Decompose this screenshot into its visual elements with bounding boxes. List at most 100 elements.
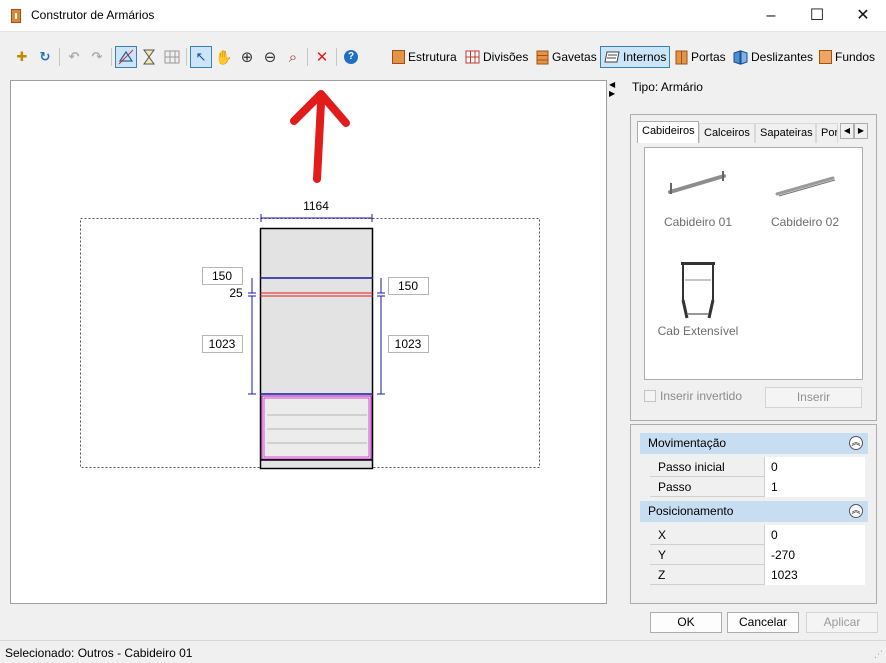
right-dim-top-label[interactable]: 150 [398, 279, 418, 293]
prop-key: Y [658, 548, 667, 562]
prop-value-field[interactable]: 1023 [764, 565, 865, 585]
fundos-label: Fundos [835, 50, 876, 64]
gavetas-button[interactable]: Gavetas [533, 46, 600, 68]
deslizantes-label: Deslizantes [751, 50, 814, 64]
select-pointer-icon[interactable]: ↖ [190, 46, 212, 68]
ok-button[interactable]: OK [650, 612, 722, 633]
cancel-button[interactable]: Cancelar [727, 612, 799, 633]
title-bar: Construtor de Armários – ☐ ✕ [0, 0, 886, 32]
help-icon[interactable]: ? [340, 46, 362, 68]
insert-button[interactable]: Inserir [765, 387, 862, 408]
catalog-item-cab-extensivel[interactable]: Cab Extensível [648, 260, 748, 338]
drawer-block[interactable] [261, 395, 372, 460]
sliding-doors-icon [733, 49, 748, 65]
status-text: Selecionado: Outros - Cabideiro 01 [5, 646, 193, 660]
prop-value-field[interactable]: 1 [764, 477, 865, 497]
prop-key: X [658, 528, 667, 542]
toolbar-separator [186, 48, 187, 66]
catalog-item-cabideiro-02[interactable]: Cabideiro 02 [755, 168, 855, 229]
toolbar-separator [336, 48, 337, 66]
new-icon[interactable]: ✚ [11, 46, 33, 68]
pan-hand-icon[interactable]: ✋ [213, 46, 235, 68]
toolbar: ✚ ↻ ↶ ↷ ↖ ✋ ⊕ ⊖ ⌕ ✕ ? Estrutura Divisões… [0, 40, 886, 74]
tab-portas-truncated[interactable]: Por [816, 123, 838, 143]
prop-row: Passo 1 [650, 477, 865, 497]
collapse-chevron-icon[interactable]: ︽ [849, 436, 863, 450]
fundos-button[interactable]: Fundos [816, 46, 878, 68]
tab-scroll-right-icon[interactable]: ▶ [854, 123, 868, 139]
estrutura-button[interactable]: Estrutura [389, 46, 460, 68]
internos-button[interactable]: Internos [600, 46, 671, 68]
close-button[interactable]: ✕ [840, 0, 886, 31]
tab-calceiros[interactable]: Calceiros [699, 123, 755, 143]
drawers-icon [536, 50, 549, 64]
hanger-rod-icon [668, 171, 726, 194]
prop-key: Z [658, 568, 666, 582]
grid-icon[interactable] [161, 46, 183, 68]
group-movimentacao-header[interactable]: Movimentação ︽ [640, 433, 868, 454]
hourglass-icon[interactable] [138, 46, 160, 68]
refresh-icon[interactable]: ↻ [34, 46, 56, 68]
tab-scroll-left-icon[interactable]: ◀ [840, 123, 854, 139]
maximize-button[interactable]: ☐ [794, 0, 840, 31]
prop-value-field[interactable]: 0 [764, 457, 865, 477]
redo-icon[interactable]: ↷ [86, 46, 108, 68]
group-title: Posicionamento [648, 504, 734, 518]
portas-label: Portas [691, 50, 726, 64]
toolbar-separator [307, 48, 308, 66]
undo-icon[interactable]: ↶ [63, 46, 85, 68]
left-dim-bottom-label[interactable]: 1023 [209, 337, 236, 351]
deslizantes-button[interactable]: Deslizantes [730, 46, 816, 68]
drawing-canvas[interactable]: 1164 150 25 1023 150 1023 [10, 80, 607, 604]
window-title: Construtor de Armários [31, 8, 155, 22]
item-label: Cabideiro 02 [770, 215, 840, 229]
divisoes-button[interactable]: Divisões [462, 46, 531, 68]
catalog-item-cabideiro-01[interactable]: Cabideiro 01 [648, 168, 748, 229]
prop-row: Y -270 [650, 545, 865, 565]
toolbar-separator [59, 48, 60, 66]
prop-value-field[interactable]: -270 [764, 545, 865, 565]
item-label: Cab Extensível [657, 324, 739, 338]
catalog-gallery: Cabideiro 01 Cabideiro 02 Cab Extensível [644, 147, 863, 380]
zoom-in-icon[interactable]: ⊕ [236, 46, 258, 68]
tab-sapateiras[interactable]: Sapateiras [755, 123, 816, 143]
prop-value-field[interactable]: 0 [764, 525, 865, 545]
minimize-button[interactable]: – [748, 0, 794, 31]
group-title: Movimentação [648, 436, 727, 450]
zoom-extents-icon[interactable]: ⌕ [282, 46, 304, 68]
prop-key: Passo inicial [658, 460, 725, 474]
internals-icon [604, 51, 620, 63]
doors-icon [675, 50, 688, 64]
insert-inverted-checkbox[interactable]: Inserir invertido [644, 389, 742, 403]
delete-icon[interactable]: ✕ [311, 46, 333, 68]
collapse-chevron-icon[interactable]: ︽ [849, 504, 863, 518]
help-icon-glyph: ? [344, 50, 358, 64]
internos-label: Internos [623, 50, 667, 64]
resize-grip-icon[interactable]: ⋰ [874, 649, 883, 660]
panel-collapse-toggle[interactable]: ◀ ▶ [609, 80, 619, 100]
insert-inverted-label: Inserir invertido [660, 389, 743, 403]
zoom-out-icon[interactable]: ⊖ [259, 46, 281, 68]
right-dim-bottom-label[interactable]: 1023 [395, 337, 422, 351]
left-dim-gap-label[interactable]: 25 [229, 286, 243, 300]
gavetas-label: Gavetas [552, 50, 597, 64]
catalog-tabs: Cabideiros Calceiros Sapateiras Por ◀ ▶ [637, 121, 869, 143]
prop-row: Z 1023 [650, 565, 865, 585]
apply-button[interactable]: Aplicar [806, 612, 878, 633]
status-bar: Selecionado: Outros - Cabideiro 01 ⋰ [0, 640, 886, 663]
view-3d-toggle-icon[interactable] [115, 46, 137, 68]
left-dim-top-label[interactable]: 150 [212, 269, 232, 283]
red-arrow-annotation [290, 90, 350, 183]
cabinet-structure-icon [392, 50, 405, 64]
toolbar-separator [111, 48, 112, 66]
estrutura-label: Estrutura [408, 50, 457, 64]
portas-button[interactable]: Portas [672, 46, 729, 68]
group-posicionamento-header[interactable]: Posicionamento ︽ [640, 501, 868, 522]
width-label: 1164 [303, 199, 329, 213]
hanger-rod-icon [775, 176, 836, 197]
tab-cabideiros[interactable]: Cabideiros [637, 121, 699, 143]
type-label: Tipo: Armário [632, 80, 703, 94]
cabinet-drawing: 1164 150 25 1023 150 1023 [80, 90, 540, 470]
divisoes-label: Divisões [483, 50, 529, 64]
pull-down-hanger-icon [681, 262, 715, 319]
